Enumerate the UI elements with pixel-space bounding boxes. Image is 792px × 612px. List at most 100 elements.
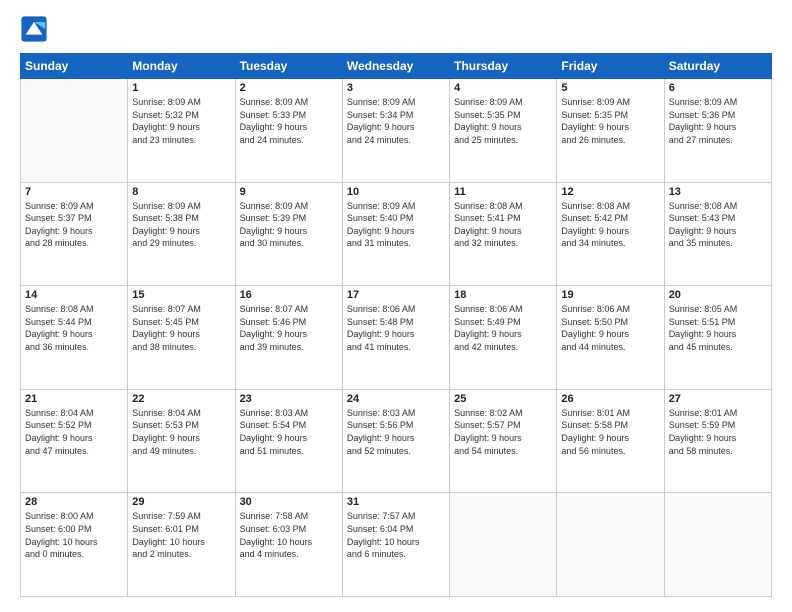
day-number: 6 <box>669 82 767 94</box>
day-number: 18 <box>454 289 552 301</box>
calendar-cell <box>21 79 128 183</box>
calendar-cell: 30 Sunrise: 7:58 AM Sunset: 6:03 PM Dayli… <box>235 493 342 597</box>
day-number: 3 <box>347 82 445 94</box>
calendar-cell <box>557 493 664 597</box>
page-header <box>20 15 772 43</box>
day-info: Sunrise: 8:03 AM Sunset: 5:54 PM Dayligh… <box>240 407 338 457</box>
day-number: 29 <box>132 496 230 508</box>
days-of-week-row: SundayMondayTuesdayWednesdayThursdayFrid… <box>21 54 772 79</box>
day-info: Sunrise: 8:09 AM Sunset: 5:39 PM Dayligh… <box>240 200 338 250</box>
day-number: 24 <box>347 393 445 405</box>
calendar-cell: 23 Sunrise: 8:03 AM Sunset: 5:54 PM Dayli… <box>235 389 342 493</box>
calendar-cell: 31Sunrise: 7:57 AM Sunset: 6:04 PM Dayli… <box>342 493 449 597</box>
day-number: 14 <box>25 289 123 301</box>
calendar-cell: 13Sunrise: 8:08 AM Sunset: 5:43 PM Dayli… <box>664 182 771 286</box>
day-number: 27 <box>669 393 767 405</box>
calendar-cell: 29 Sunrise: 7:59 AM Sunset: 6:01 PM Dayli… <box>128 493 235 597</box>
day-info: Sunrise: 8:06 AM Sunset: 5:50 PM Dayligh… <box>561 303 659 353</box>
day-info: Sunrise: 8:08 AM Sunset: 5:41 PM Dayligh… <box>454 200 552 250</box>
calendar-cell: 25 Sunrise: 8:02 AM Sunset: 5:57 PM Dayli… <box>450 389 557 493</box>
logo <box>20 15 52 43</box>
day-number: 30 <box>240 496 338 508</box>
day-number: 16 <box>240 289 338 301</box>
calendar-cell: 27 Sunrise: 8:01 AM Sunset: 5:59 PM Dayli… <box>664 389 771 493</box>
calendar-cell: 3 Sunrise: 8:09 AM Sunset: 5:34 PM Daylig… <box>342 79 449 183</box>
week-row-3: 21 Sunrise: 8:04 AM Sunset: 5:52 PM Dayli… <box>21 389 772 493</box>
day-number: 7 <box>25 186 123 198</box>
calendar-cell: 24 Sunrise: 8:03 AM Sunset: 5:56 PM Dayli… <box>342 389 449 493</box>
calendar-cell: 2Sunrise: 8:09 AM Sunset: 5:33 PM Daylig… <box>235 79 342 183</box>
day-number: 17 <box>347 289 445 301</box>
calendar: SundayMondayTuesdayWednesdayThursdayFrid… <box>20 53 772 597</box>
day-header-tuesday: Tuesday <box>235 54 342 79</box>
day-number: 12 <box>561 186 659 198</box>
day-info: Sunrise: 8:07 AM Sunset: 5:46 PM Dayligh… <box>240 303 338 353</box>
day-info: Sunrise: 8:03 AM Sunset: 5:56 PM Dayligh… <box>347 407 445 457</box>
day-number: 1 <box>132 82 230 94</box>
week-row-2: 14 Sunrise: 8:08 AM Sunset: 5:44 PM Dayli… <box>21 286 772 390</box>
day-info: Sunrise: 8:09 AM Sunset: 5:34 PM Dayligh… <box>347 96 445 146</box>
day-info: Sunrise: 8:09 AM Sunset: 5:35 PM Dayligh… <box>454 96 552 146</box>
calendar-cell <box>664 493 771 597</box>
calendar-body: 1 Sunrise: 8:09 AM Sunset: 5:32 PM Daylig… <box>21 79 772 597</box>
day-number: 5 <box>561 82 659 94</box>
day-number: 26 <box>561 393 659 405</box>
day-number: 13 <box>669 186 767 198</box>
day-number: 9 <box>240 186 338 198</box>
day-info: Sunrise: 8:01 AM Sunset: 5:59 PM Dayligh… <box>669 407 767 457</box>
calendar-cell: 16 Sunrise: 8:07 AM Sunset: 5:46 PM Dayli… <box>235 286 342 390</box>
calendar-cell: 1 Sunrise: 8:09 AM Sunset: 5:32 PM Daylig… <box>128 79 235 183</box>
day-number: 28 <box>25 496 123 508</box>
day-number: 21 <box>25 393 123 405</box>
day-header-monday: Monday <box>128 54 235 79</box>
day-number: 23 <box>240 393 338 405</box>
calendar-cell: 26 Sunrise: 8:01 AM Sunset: 5:58 PM Dayli… <box>557 389 664 493</box>
day-info: Sunrise: 8:04 AM Sunset: 5:52 PM Dayligh… <box>25 407 123 457</box>
day-header-saturday: Saturday <box>664 54 771 79</box>
day-info: Sunrise: 8:05 AM Sunset: 5:51 PM Dayligh… <box>669 303 767 353</box>
calendar-cell: 20 Sunrise: 8:05 AM Sunset: 5:51 PM Dayli… <box>664 286 771 390</box>
day-number: 25 <box>454 393 552 405</box>
day-info: Sunrise: 8:07 AM Sunset: 5:45 PM Dayligh… <box>132 303 230 353</box>
day-number: 11 <box>454 186 552 198</box>
day-number: 22 <box>132 393 230 405</box>
calendar-cell: 5 Sunrise: 8:09 AM Sunset: 5:35 PM Daylig… <box>557 79 664 183</box>
day-info: Sunrise: 8:04 AM Sunset: 5:53 PM Dayligh… <box>132 407 230 457</box>
day-number: 8 <box>132 186 230 198</box>
calendar-cell: 19 Sunrise: 8:06 AM Sunset: 5:50 PM Dayli… <box>557 286 664 390</box>
day-info: Sunrise: 8:09 AM Sunset: 5:38 PM Dayligh… <box>132 200 230 250</box>
calendar-cell: 14 Sunrise: 8:08 AM Sunset: 5:44 PM Dayli… <box>21 286 128 390</box>
day-info: Sunrise: 8:09 AM Sunset: 5:36 PM Dayligh… <box>669 96 767 146</box>
calendar-cell: 7 Sunrise: 8:09 AM Sunset: 5:37 PM Daylig… <box>21 182 128 286</box>
calendar-cell: 6 Sunrise: 8:09 AM Sunset: 5:36 PM Daylig… <box>664 79 771 183</box>
day-info: Sunrise: 8:09 AM Sunset: 5:40 PM Dayligh… <box>347 200 445 250</box>
day-number: 19 <box>561 289 659 301</box>
calendar-cell: 10 Sunrise: 8:09 AM Sunset: 5:40 PM Dayli… <box>342 182 449 286</box>
calendar-cell: 15 Sunrise: 8:07 AM Sunset: 5:45 PM Dayli… <box>128 286 235 390</box>
day-info: Sunrise: 8:09 AM Sunset: 5:37 PM Dayligh… <box>25 200 123 250</box>
calendar-cell <box>450 493 557 597</box>
day-info: Sunrise: 8:09 AM Sunset: 5:35 PM Dayligh… <box>561 96 659 146</box>
week-row-0: 1 Sunrise: 8:09 AM Sunset: 5:32 PM Daylig… <box>21 79 772 183</box>
week-row-4: 28Sunrise: 8:00 AM Sunset: 6:00 PM Dayli… <box>21 493 772 597</box>
calendar-cell: 12Sunrise: 8:08 AM Sunset: 5:42 PM Dayli… <box>557 182 664 286</box>
day-info: Sunrise: 8:09 AM Sunset: 5:32 PM Dayligh… <box>132 96 230 146</box>
day-info: Sunrise: 7:57 AM Sunset: 6:04 PM Dayligh… <box>347 510 445 560</box>
day-number: 10 <box>347 186 445 198</box>
day-number: 15 <box>132 289 230 301</box>
day-info: Sunrise: 8:02 AM Sunset: 5:57 PM Dayligh… <box>454 407 552 457</box>
day-number: 20 <box>669 289 767 301</box>
day-info: Sunrise: 8:06 AM Sunset: 5:48 PM Dayligh… <box>347 303 445 353</box>
day-info: Sunrise: 8:01 AM Sunset: 5:58 PM Dayligh… <box>561 407 659 457</box>
week-row-1: 7 Sunrise: 8:09 AM Sunset: 5:37 PM Daylig… <box>21 182 772 286</box>
calendar-cell: 28Sunrise: 8:00 AM Sunset: 6:00 PM Dayli… <box>21 493 128 597</box>
calendar-cell: 4 Sunrise: 8:09 AM Sunset: 5:35 PM Daylig… <box>450 79 557 183</box>
calendar-cell: 18Sunrise: 8:06 AM Sunset: 5:49 PM Dayli… <box>450 286 557 390</box>
calendar-cell: 21 Sunrise: 8:04 AM Sunset: 5:52 PM Dayli… <box>21 389 128 493</box>
calendar-cell: 9 Sunrise: 8:09 AM Sunset: 5:39 PM Daylig… <box>235 182 342 286</box>
calendar-cell: 11 Sunrise: 8:08 AM Sunset: 5:41 PM Dayli… <box>450 182 557 286</box>
day-info: Sunrise: 7:58 AM Sunset: 6:03 PM Dayligh… <box>240 510 338 560</box>
day-info: Sunrise: 8:08 AM Sunset: 5:44 PM Dayligh… <box>25 303 123 353</box>
day-number: 4 <box>454 82 552 94</box>
day-info: Sunrise: 7:59 AM Sunset: 6:01 PM Dayligh… <box>132 510 230 560</box>
